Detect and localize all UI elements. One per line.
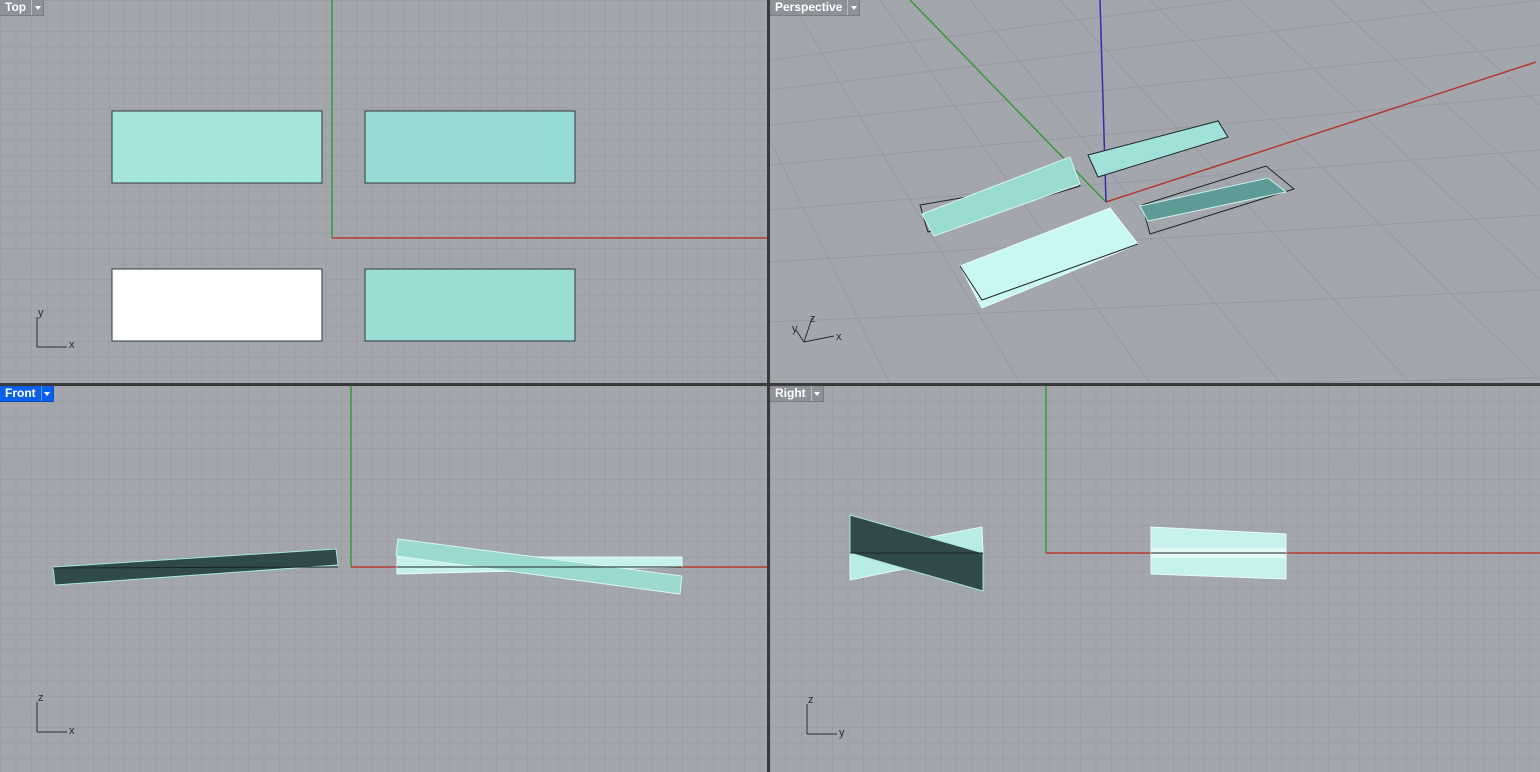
axis-label-z: z <box>38 692 44 704</box>
axis-label-z: z <box>810 313 816 325</box>
axis-label-y: y <box>839 727 845 739</box>
perspective-scene <box>770 0 1540 383</box>
axis-label-x: x <box>69 339 75 351</box>
y-axis-line <box>909 0 1107 203</box>
triangle-down-icon[interactable] <box>810 386 823 401</box>
right-scene <box>849 386 1540 592</box>
viewport-title: Perspective <box>775 0 843 14</box>
surface-bottom-left[interactable] <box>111 268 323 342</box>
viewport-front[interactable]: Front z x <box>0 386 767 772</box>
axis-label-y: y <box>792 323 798 335</box>
surface-bottom-right[interactable] <box>364 268 576 342</box>
axis-label-x: x <box>836 331 842 343</box>
viewport-title: Front <box>5 386 36 400</box>
top-scene <box>111 0 767 342</box>
axis-label-z: z <box>808 694 814 706</box>
perspective-grid <box>770 0 1540 383</box>
axis-triad-icon: y x <box>36 307 75 351</box>
surface-top-right[interactable] <box>364 110 576 184</box>
viewport-tab-perspective[interactable]: Perspective <box>770 0 861 16</box>
viewport-tab-top[interactable]: Top <box>0 0 45 16</box>
viewport-tab-right[interactable]: Right <box>770 386 824 402</box>
surface-top-left[interactable] <box>111 110 323 184</box>
axis-label-y: y <box>38 307 44 319</box>
viewport-right[interactable]: Right z y <box>770 386 1540 772</box>
axis-triad-icon: z x <box>36 692 75 737</box>
viewport-title: Top <box>5 0 27 14</box>
axis-triad-icon: z y x <box>792 313 842 343</box>
surface-persp-d[interactable] <box>959 207 1139 309</box>
viewport-title: Right <box>775 386 806 400</box>
front-scene <box>52 386 767 595</box>
triangle-down-icon[interactable] <box>40 386 53 401</box>
axis-triad-icon: z y <box>806 694 845 739</box>
viewport-top[interactable]: Top y x <box>0 0 767 383</box>
triangle-down-icon[interactable] <box>847 0 859 15</box>
triangle-down-icon[interactable] <box>31 0 43 15</box>
viewport-tab-front[interactable]: Front <box>0 386 54 402</box>
viewport-perspective[interactable]: Perspective z y x <box>770 0 1540 383</box>
axis-label-x: x <box>69 725 75 737</box>
